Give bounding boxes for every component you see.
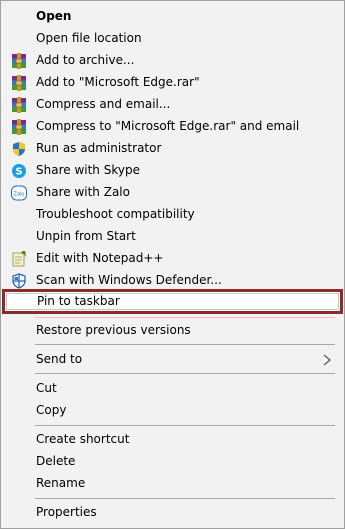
menu-item-edit-with-notepadpp[interactable]: Edit with Notepad++ (2, 248, 343, 270)
menu-item-restore-previous-versions[interactable]: Restore previous versions (2, 320, 343, 342)
menu-item-troubleshoot-compatibility[interactable]: Troubleshoot compatibility (2, 204, 343, 226)
menu-item-label: Rename (36, 476, 86, 490)
menu-item-label: Pin to taskbar (37, 294, 120, 308)
winrar-icon (11, 97, 27, 113)
menu-item-open-file-location[interactable]: Open file location (2, 28, 343, 50)
menu-item-label: Copy (36, 403, 67, 417)
menu-item-label: Compress and email... (36, 97, 171, 111)
menu-item-label: Add to archive... (36, 53, 135, 67)
winrar-icon (11, 53, 27, 69)
menu-item-add-to-rar[interactable]: Add to "Microsoft Edge.rar" (2, 72, 343, 94)
menu-item-add-to-archive[interactable]: Add to archive... (2, 50, 343, 72)
menu-item-run-as-administrator[interactable]: Run as administrator (2, 138, 343, 160)
menu-item-compress-and-email[interactable]: Compress and email... (2, 94, 343, 116)
menu-item-label: Properties (36, 505, 97, 519)
menu-item-create-shortcut[interactable]: Create shortcut (2, 429, 343, 451)
menu-item-label: Troubleshoot compatibility (36, 207, 195, 221)
menu-item-share-with-skype[interactable]: S Share with Skype (2, 160, 343, 182)
separator (35, 373, 335, 374)
menu-item-compress-to-rar-and-email[interactable]: Compress to "Microsoft Edge.rar" and ema… (2, 116, 343, 138)
menu-item-label: Create shortcut (36, 432, 130, 446)
context-menu: Open Open file location Add to archive..… (0, 0, 345, 529)
winrar-icon (11, 119, 27, 135)
separator (35, 498, 335, 499)
separator (35, 425, 335, 426)
menu-item-open[interactable]: Open (2, 6, 343, 28)
menu-item-label: Open (36, 9, 72, 23)
menu-item-label: Share with Zalo (36, 185, 130, 199)
menu-item-label: Add to "Microsoft Edge.rar" (36, 75, 200, 89)
menu-item-label: Unpin from Start (36, 229, 136, 243)
menu-item-label: Compress to "Microsoft Edge.rar" and ema… (36, 119, 300, 133)
menu-item-label: Restore previous versions (36, 323, 191, 337)
shield-icon (11, 141, 27, 157)
svg-text:Zalo: Zalo (14, 192, 25, 198)
menu-item-label: Run as administrator (36, 141, 162, 155)
menu-item-label: Send to (36, 352, 83, 366)
svg-text:S: S (15, 167, 22, 178)
chevron-right-icon (321, 352, 333, 368)
menu-item-label: Delete (36, 454, 76, 468)
menu-item-share-with-zalo[interactable]: Zalo Share with Zalo (2, 182, 343, 204)
menu-item-label: Open file location (36, 31, 142, 45)
skype-icon: S (11, 163, 27, 179)
menu-item-copy[interactable]: Copy (2, 400, 343, 422)
separator (35, 344, 335, 345)
menu-item-label: Scan with Windows Defender... (36, 273, 222, 287)
menu-item-label: Cut (36, 381, 57, 395)
windows-defender-icon (11, 273, 27, 289)
menu-item-pin-to-taskbar[interactable]: Pin to taskbar (2, 289, 343, 314)
zalo-icon: Zalo (11, 185, 27, 201)
menu-item-send-to[interactable]: Send to (2, 349, 343, 371)
menu-item-properties[interactable]: Properties (2, 502, 343, 524)
separator (35, 317, 335, 318)
menu-item-label: Share with Skype (36, 163, 140, 177)
menu-item-label: Edit with Notepad++ (36, 251, 164, 265)
menu-item-rename[interactable]: Rename (2, 473, 343, 495)
menu-item-unpin-from-start[interactable]: Unpin from Start (2, 226, 343, 248)
menu-item-delete[interactable]: Delete (2, 451, 343, 473)
winrar-icon (11, 75, 27, 91)
menu-item-cut[interactable]: Cut (2, 378, 343, 400)
notepadpp-icon (11, 251, 27, 267)
